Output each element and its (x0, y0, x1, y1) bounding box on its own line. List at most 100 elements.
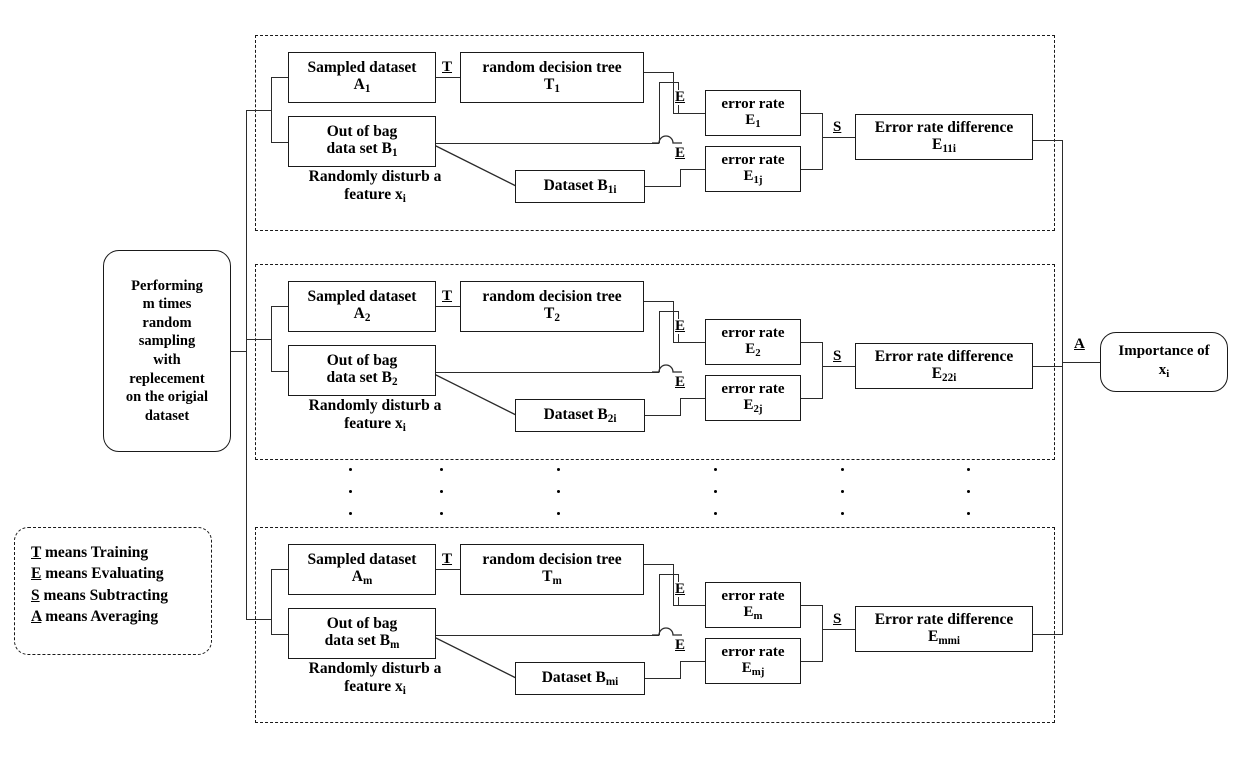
legend-box: T means Training E means Evaluating S me… (14, 527, 212, 655)
ellipsis-dot (440, 490, 444, 494)
b3-err-merge (822, 605, 824, 662)
ellipsis-dot (557, 512, 561, 516)
error-rate-symbol: Emj (741, 660, 765, 679)
b2-sampled-to-tree (436, 306, 461, 308)
result-line-1: Importance of (1118, 342, 1210, 359)
disturbed-dataset-symbol: Dataset B2i (543, 405, 617, 425)
legend-key-A: A (31, 608, 42, 626)
b3-eval-bottom-riser (680, 661, 682, 679)
error-rate-label: error rate (721, 643, 785, 660)
error-rate-symbol: E2j (743, 397, 763, 416)
ellipsis-dot (349, 468, 353, 472)
result-node: Importance of xi (1100, 332, 1228, 392)
ellipsis-dot (967, 512, 971, 516)
block-3-sampled-dataset: Sampled dataset Am (288, 544, 436, 595)
source-line-4: sampling (138, 333, 196, 350)
b2-eval-bottom-riser (680, 398, 682, 416)
block-3-error-rate-difference: Error rate difference Emmi (855, 606, 1033, 652)
disturb-note-line-1: Randomly disturb a (308, 660, 442, 677)
block-2-label-train: T (441, 288, 454, 304)
legend-item-subtracting: S means Subtracting (31, 585, 201, 606)
difference-label: Error rate difference (874, 118, 1014, 136)
b1-sampled-to-tree (436, 77, 461, 79)
block-1-label-subtract: S (832, 119, 843, 135)
oob-line-1: Out of bag (326, 123, 398, 141)
ellipsis-dot (967, 490, 971, 494)
b2-bracket-to-sampled (271, 306, 289, 308)
b2-err-bottom-out (801, 398, 823, 400)
b3-err-bottom-out (801, 661, 823, 663)
trunk-to-result-line (1062, 362, 1100, 364)
difference-symbol: E22i (931, 364, 957, 384)
sampled-dataset-symbol: A2 (353, 305, 371, 325)
block-2-out-of-bag: Out of bag data set B2 (288, 345, 436, 396)
b3-trunk-to-bracket (246, 619, 272, 621)
block-1-error-rate-difference: Error rate difference E11i (855, 114, 1033, 160)
result-line-2: xi (1158, 362, 1170, 381)
b2-err-merge (822, 342, 824, 399)
error-rate-label: error rate (721, 95, 785, 112)
disturb-note-line-2: feature xi (344, 185, 406, 205)
b3-sampled-to-tree (436, 569, 461, 571)
error-rate-label: error rate (721, 380, 785, 397)
sampled-dataset-label: Sampled dataset (307, 551, 417, 569)
b3-merge-to-diff (822, 629, 856, 631)
source-line-5: with (153, 352, 181, 368)
ellipsis-dot (841, 468, 845, 472)
block-2-sampled-dataset: Sampled dataset A2 (288, 281, 436, 332)
decision-tree-symbol: Tm (542, 568, 562, 588)
b2-tree-to-eval-top (673, 342, 706, 344)
source-line-2: m times (142, 296, 192, 313)
block-1-out-of-bag: Out of bag data set B1 (288, 116, 436, 167)
oob-line-1: Out of bag (326, 352, 398, 370)
error-rate-symbol: E1j (743, 168, 763, 187)
b1-tree-to-eval-top (673, 113, 706, 115)
block-2-disturbed-dataset: Dataset B2i (515, 399, 645, 432)
b1-eval-bottom-line (680, 169, 706, 171)
diagram-canvas: Performing m times random sampling with … (0, 0, 1240, 766)
block-1-error-rate-bottom: error rate E1j (705, 146, 801, 192)
block-2-label-subtract: S (832, 348, 843, 364)
difference-symbol: E11i (932, 135, 956, 155)
left-trunk-line (246, 110, 248, 620)
difference-label: Error rate difference (874, 347, 1014, 365)
block-1-error-rate-top: error rate E1 (705, 90, 801, 136)
ellipsis-dot (440, 468, 444, 472)
legend-text-A: means Averaging (41, 608, 159, 626)
b3-oob-riser-top (659, 574, 679, 576)
block-3-decision-tree: random decision tree Tm (460, 544, 644, 595)
source-to-trunk-line (231, 351, 247, 353)
b3-err-top-out (801, 605, 823, 607)
ellipsis-dot (557, 468, 561, 472)
legend-item-averaging: A means Averaging (31, 606, 201, 627)
source-node: Performing m times random sampling with … (103, 250, 231, 452)
block-1-label-evaluate-bottom: E (674, 145, 687, 161)
b2-dataset-to-eval-bottom (645, 415, 681, 417)
b1-oob-riser-top (659, 82, 679, 84)
source-line-1: Performing (131, 277, 203, 294)
error-rate-label: error rate (721, 151, 785, 168)
b2-trunk-to-bracket (246, 339, 272, 341)
disturb-note-line-2: feature xi (344, 677, 406, 697)
right-trunk-line (1062, 140, 1064, 634)
ellipsis-dot (440, 512, 444, 516)
block-3-error-rate-bottom: error rate Emj (705, 638, 801, 684)
disturb-note-line-2: feature xi (344, 414, 406, 434)
sampled-dataset-label: Sampled dataset (307, 288, 417, 306)
block-2-decision-tree: random decision tree T2 (460, 281, 644, 332)
b1-err-merge (822, 113, 824, 170)
block-1-disturb-note: Randomly disturb a feature xi (295, 168, 455, 206)
legend-text-T: means Training (41, 544, 149, 561)
b1-bracket-to-oob (271, 142, 289, 144)
disturbed-dataset-symbol: Dataset B1i (543, 176, 617, 196)
error-rate-label: error rate (721, 587, 785, 604)
b3-tree-to-riser (644, 564, 674, 566)
legend-key-S: S (31, 586, 40, 604)
legend-key-T: T (31, 544, 42, 561)
block-2-label-evaluate-bottom: E (674, 374, 687, 390)
decision-tree-symbol: T1 (544, 76, 560, 96)
ellipsis-dot (714, 512, 718, 516)
block-3-label-evaluate-top: E (674, 581, 687, 597)
b1-diff-to-right-trunk (1033, 140, 1063, 142)
oob-line-2: data set B2 (326, 369, 398, 389)
